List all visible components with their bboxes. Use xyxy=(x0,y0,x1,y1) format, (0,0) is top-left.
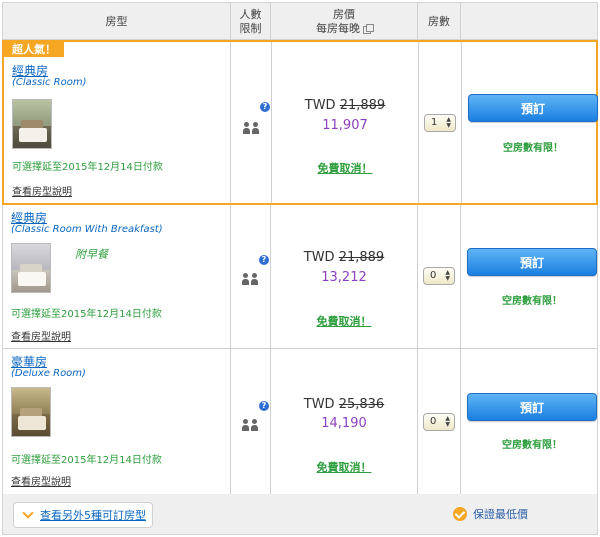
room-quantity-value: 1 xyxy=(431,117,438,128)
original-price: 21,889 xyxy=(338,250,385,265)
pay-later-note: 可選擇延至2015年12月14日付款 xyxy=(11,309,162,320)
room-quantity-select[interactable]: 0 ▲ ▼ xyxy=(423,413,455,431)
room-photo[interactable] xyxy=(11,387,51,437)
action-cell: 預訂 空房數有限！ xyxy=(462,42,598,203)
header-room-type: 房型 xyxy=(3,3,231,40)
room-name-en[interactable]: (Classic Room) xyxy=(12,77,87,88)
header-occupancy-label-2: 限制 xyxy=(239,21,262,35)
help-icon[interactable]: ? xyxy=(259,255,269,265)
header-price-sub-label: 每房每晚 xyxy=(316,21,360,35)
popular-badge: 超人氣！ xyxy=(4,42,64,57)
quantity-cell: 0 ▲ ▼ xyxy=(418,205,461,348)
original-price: 21,889 xyxy=(339,98,386,113)
best-price-label: 保證最低價 xyxy=(473,508,528,521)
room-quantity-select[interactable]: 0 ▲ ▼ xyxy=(423,267,455,285)
room-quantity-select[interactable]: 1 ▲ ▼ xyxy=(424,114,456,132)
quantity-cell: 0 ▲ ▼ xyxy=(418,349,461,494)
room-photo[interactable] xyxy=(12,99,52,149)
discount-price: 14,190 xyxy=(321,416,367,431)
discount-price: 11,907 xyxy=(322,118,368,133)
book-button[interactable]: 預訂 xyxy=(468,94,598,122)
two-people-icon xyxy=(243,122,263,134)
copy-icon[interactable] xyxy=(363,24,374,34)
price-cell: TWD 25,836 14,190 免費取消！ xyxy=(271,349,418,494)
stepper-arrows-icon: ▲ ▼ xyxy=(445,415,450,428)
header-rooms: 房數 xyxy=(418,3,461,40)
more-rooms-button[interactable]: 查看另外5種可訂房型 xyxy=(13,502,153,528)
occupancy-cell: ? xyxy=(231,349,271,494)
action-cell: 預訂 空房數有限！ xyxy=(461,205,597,348)
free-cancel-link[interactable]: 免費取消！ xyxy=(271,313,417,329)
room-name-en[interactable]: (Deluxe Room) xyxy=(11,368,86,379)
table-row: 超人氣！ 經典房 (Classic Room) 可選擇延至2015年12月14日… xyxy=(2,40,598,205)
more-rooms-label: 查看另外5種可訂房型 xyxy=(40,509,146,522)
header-price-sub: 每房每晚 xyxy=(316,21,374,36)
action-cell: 預訂 空房數有限！ xyxy=(461,349,597,494)
room-name-en[interactable]: (Classic Room With Breakfast) xyxy=(11,224,163,235)
header-occupancy: 人數 限制 xyxy=(231,3,271,40)
free-cancel-link[interactable]: 免費取消！ xyxy=(272,160,418,176)
quantity-cell: 1 ▲ ▼ xyxy=(419,42,462,203)
currency: TWD xyxy=(304,98,336,113)
pay-later-note: 可選擇延至2015年12月14日付款 xyxy=(11,455,162,466)
availability-note: 空房數有限！ xyxy=(502,296,562,307)
header-occupancy-label-1: 人數 xyxy=(239,7,262,21)
chevron-down-icon xyxy=(22,507,34,519)
best-price-guarantee[interactable]: 保證最低價 xyxy=(453,506,528,522)
price-line: TWD 21,889 xyxy=(272,98,418,113)
price-cell: TWD 21,889 13,212 免費取消！ xyxy=(271,205,418,348)
room-details-link[interactable]: 查看房型說明 xyxy=(12,183,72,198)
table-row: 豪華房 (Deluxe Room) 可選擇延至2015年12月14日付款 查看房… xyxy=(3,349,597,494)
help-icon[interactable]: ? xyxy=(259,401,269,411)
occupancy-cell: ? xyxy=(231,42,272,203)
currency: TWD xyxy=(303,250,335,265)
two-people-icon xyxy=(242,273,262,285)
table-footer: 查看另外5種可訂房型 保證最低價 xyxy=(3,494,597,534)
room-details-link[interactable]: 查看房型說明 xyxy=(11,473,71,488)
two-people-icon xyxy=(242,419,262,431)
help-icon[interactable]: ? xyxy=(260,102,270,112)
header-action xyxy=(461,3,597,40)
check-badge-icon xyxy=(453,507,467,521)
breakfast-included-label: 附早餐 xyxy=(75,248,108,261)
room-info-cell: 豪華房 (Deluxe Room) 可選擇延至2015年12月14日付款 查看房… xyxy=(3,349,231,494)
book-button[interactable]: 預訂 xyxy=(467,248,597,276)
currency: TWD xyxy=(303,397,335,412)
header-room-type-label: 房型 xyxy=(105,14,128,28)
room-photo[interactable] xyxy=(11,243,51,293)
room-quantity-value: 0 xyxy=(430,270,437,281)
pay-later-note: 可選擇延至2015年12月14日付款 xyxy=(12,162,163,173)
discount-price: 13,212 xyxy=(321,270,367,285)
header-rooms-label: 房數 xyxy=(428,14,450,28)
original-price: 25,836 xyxy=(338,397,385,412)
room-info-cell: 經典房 (Classic Room With Breakfast) 附早餐 可選… xyxy=(3,205,231,348)
occupancy-cell: ? xyxy=(231,205,271,348)
price-cell: TWD 21,889 11,907 免費取消！ xyxy=(272,42,419,203)
availability-note: 空房數有限！ xyxy=(503,143,563,154)
price-line: TWD 21,889 xyxy=(271,250,417,265)
book-button[interactable]: 預訂 xyxy=(467,393,597,421)
stepper-arrows-icon: ▲ ▼ xyxy=(446,116,451,129)
header-price: 房價 每房每晚 xyxy=(271,3,418,40)
table-row: 經典房 (Classic Room With Breakfast) 附早餐 可選… xyxy=(3,205,597,349)
price-line: TWD 25,836 xyxy=(271,397,417,412)
room-quantity-value: 0 xyxy=(430,416,437,427)
room-details-link[interactable]: 查看房型說明 xyxy=(11,328,71,343)
table-header: 房型 人數 限制 房價 每房每晚 房數 xyxy=(3,3,597,40)
stepper-arrows-icon: ▲ ▼ xyxy=(445,269,450,282)
header-price-label: 房價 xyxy=(333,7,355,21)
room-info-cell: 超人氣！ 經典房 (Classic Room) 可選擇延至2015年12月14日… xyxy=(4,42,231,203)
room-table: 房型 人數 限制 房價 每房每晚 房數 超人氣！ 經典房 (Classic Ro… xyxy=(2,2,598,535)
availability-note: 空房數有限！ xyxy=(502,440,562,451)
free-cancel-link[interactable]: 免費取消！ xyxy=(271,459,417,475)
